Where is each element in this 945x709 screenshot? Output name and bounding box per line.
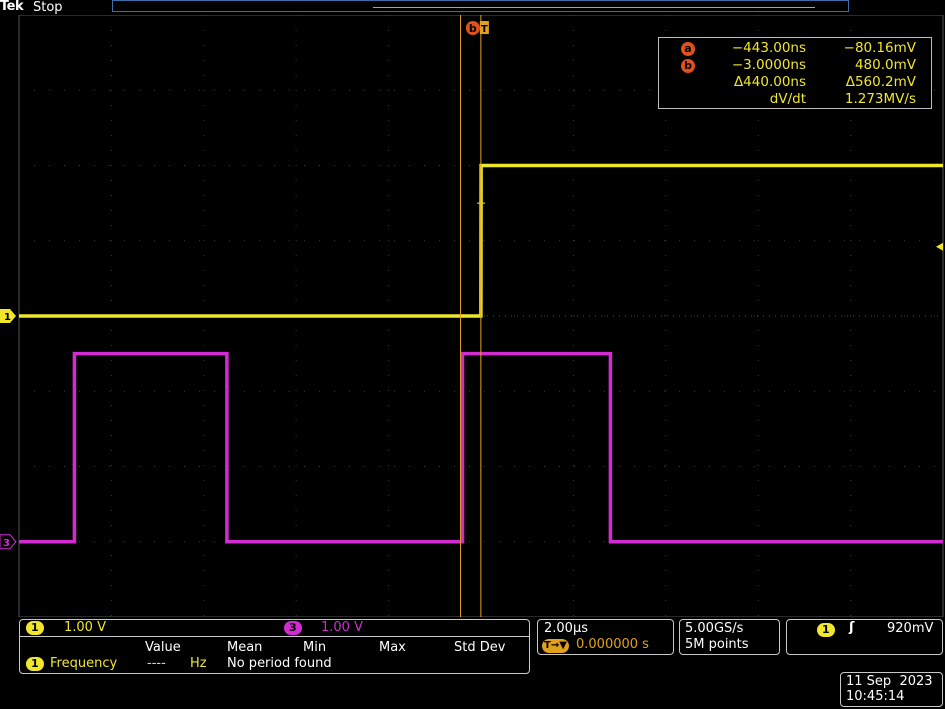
date: 11 Sep 2023 — [846, 674, 933, 689]
ch1-scale: 1.00 V — [64, 620, 106, 635]
meas-unit: Hz — [190, 656, 207, 671]
trigger-level: 920mV — [887, 621, 934, 636]
record-view-window — [373, 7, 815, 8]
meas-header-stddev: Std Dev — [454, 640, 506, 655]
meas-header-min: Min — [303, 640, 327, 655]
ch1-marker-label: 1 — [4, 312, 11, 323]
cursor-a-badge: a — [681, 42, 695, 56]
cursor-b-badge: b — [681, 59, 695, 73]
meas-note: No period found — [227, 656, 332, 671]
meas-name: Frequency — [50, 656, 118, 671]
trigger-panel[interactable]: 1 ʃ 920mV — [786, 619, 943, 655]
record-length: 5M points — [685, 637, 749, 652]
meas-value: ---- — [147, 656, 166, 671]
cursor-slope-value: 1.273MV/s — [844, 91, 916, 107]
cursor-slope-row: dV/dt 1.273MV/s — [659, 91, 931, 108]
ch3-scale-button[interactable]: 3 1.00 V — [284, 620, 484, 636]
datetime-panel[interactable]: 11 Sep 2023 10:45:14 — [840, 672, 943, 707]
cursor-delta-row: Δ440.00ns Δ560.2mV — [659, 74, 931, 91]
rising-edge-icon: ʃ — [849, 620, 855, 635]
cursor-b-time: −3.0000ns — [731, 57, 806, 73]
meas-header-max: Max — [379, 640, 406, 655]
ch3-scale: 1.00 V — [321, 620, 363, 635]
trigger-source-chip: 1 — [817, 623, 835, 637]
horizontal-scale: 2.00µs — [544, 621, 588, 636]
trigger-time-label: T — [481, 24, 488, 35]
record-view-bar[interactable] — [112, 0, 849, 12]
sample-rate: 5.00GS/s — [685, 621, 744, 636]
acquisition-panel[interactable]: 5.00GS/s 5M points — [679, 619, 780, 655]
trigger-position-prefix: T→▼ — [544, 640, 567, 651]
meas-header-mean: Mean — [227, 640, 263, 655]
status-bar: Tek Stop — [0, 0, 945, 15]
horizontal-position: 0.000000 s — [576, 637, 649, 652]
cursor-b-top-label: b — [469, 22, 477, 35]
meas-header-value: Value — [145, 640, 181, 655]
meas-source-chip: 1 — [26, 657, 44, 671]
cursor-a-volt: −80.16mV — [843, 40, 916, 56]
panel-divider — [20, 636, 529, 637]
trigger-position-icon: T→▼ — [542, 639, 569, 653]
trigger-level-marker — [936, 242, 943, 251]
ch1-scale-button[interactable]: 1 1.00 V — [26, 620, 226, 636]
acquisition-state[interactable]: Stop — [33, 0, 63, 15]
ch3-chip: 3 — [284, 621, 302, 635]
cursor-slope-label: dV/dt — [769, 91, 806, 107]
brand-logo: Tek — [0, 0, 24, 14]
ch1-chip: 1 — [26, 621, 44, 635]
timebase-panel[interactable]: 2.00µs T→▼ 0.000000 s — [537, 619, 674, 655]
cursor-delta-volt: Δ560.2mV — [845, 74, 916, 90]
cursor-readout: a −443.00ns −80.16mV b −3.0000ns 480.0mV… — [658, 37, 932, 109]
cursor-b-volt: 480.0mV — [854, 57, 916, 73]
cursor-a-row: a −443.00ns −80.16mV — [659, 40, 931, 57]
ch3-marker-label: 3 — [3, 538, 10, 549]
time: 10:45:14 — [846, 689, 905, 704]
cursor-b-row: b −3.0000ns 480.0mV — [659, 57, 931, 74]
cursor-a-time: −443.00ns — [731, 40, 806, 56]
cursor-delta-time: Δ440.00ns — [733, 74, 806, 90]
measurement-row[interactable]: 1 Frequency ---- Hz No period found — [26, 656, 521, 672]
channel-measurement-panel: 1 1.00 V 3 1.00 V Value Mean Min Max Std… — [19, 619, 530, 674]
